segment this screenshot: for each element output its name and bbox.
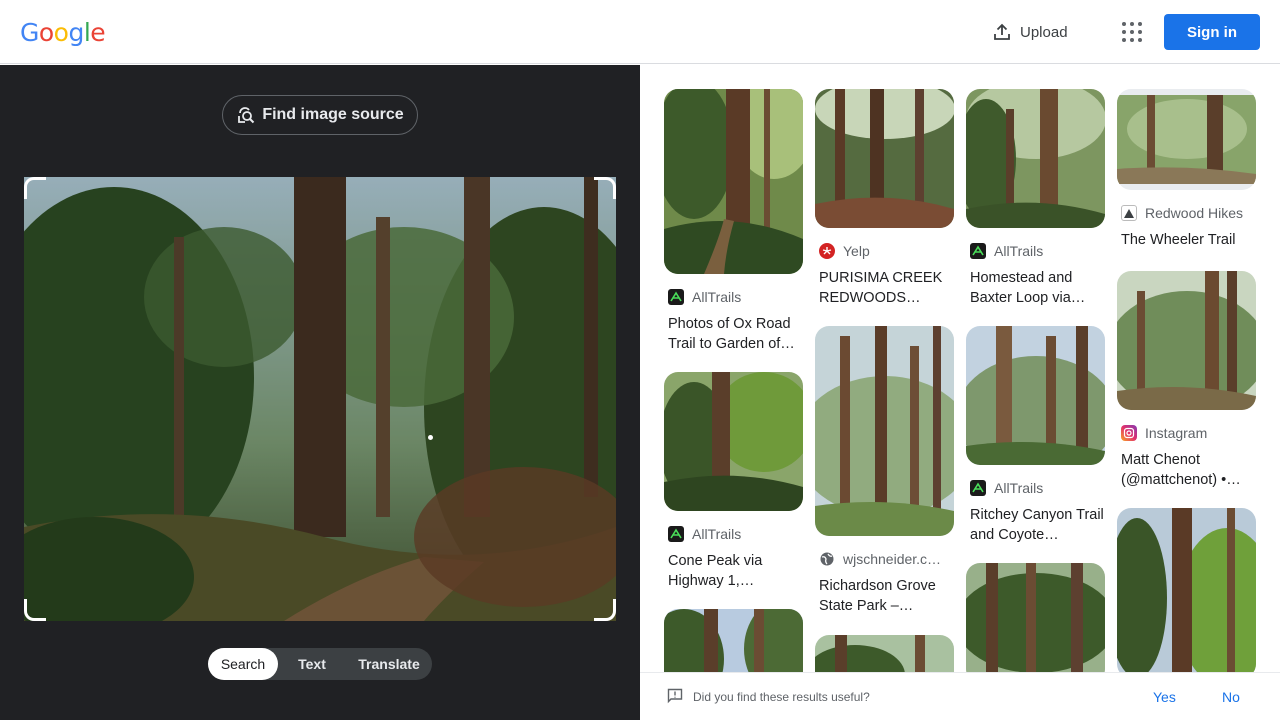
- crop-handle-bottom-right[interactable]: [594, 599, 616, 621]
- result-thumbnail[interactable]: [815, 635, 954, 672]
- result-title[interactable]: The Wheeler Trail: [1117, 230, 1256, 250]
- result-thumbnail[interactable]: [664, 89, 803, 274]
- alltrails-icon: [668, 526, 684, 542]
- find-image-source-button[interactable]: Find image source: [222, 95, 418, 135]
- result-card[interactable]: AllTrails Photos of Ox Road Trail to Gar…: [664, 89, 803, 354]
- result-source: AllTrails: [966, 242, 1105, 260]
- result-thumbnail[interactable]: [664, 372, 803, 511]
- redwood-hikes-icon: [1121, 205, 1137, 221]
- result-title[interactable]: PURISIMA CREEK REDWOODS…: [815, 268, 954, 308]
- alltrails-icon: [668, 289, 684, 305]
- result-source-label: Instagram: [1145, 425, 1208, 441]
- result-card[interactable]: AllTrails Homestead and Baxter Loop via…: [966, 89, 1105, 308]
- alltrails-icon: [970, 480, 986, 496]
- result-source-label: AllTrails: [692, 289, 742, 305]
- result-card[interactable]: Instagram Matt Chenot (@mattchenot) •…: [1117, 271, 1256, 490]
- result-card[interactable]: [966, 563, 1105, 672]
- lens-mode-tabs: Search Text Translate: [208, 648, 432, 680]
- feedback-yes-button[interactable]: Yes: [1153, 689, 1176, 705]
- result-title[interactable]: Matt Chenot (@mattchenot) •…: [1117, 450, 1256, 490]
- result-source-label: Yelp: [843, 243, 870, 259]
- result-thumbnail[interactable]: [815, 326, 954, 536]
- tab-text[interactable]: Text: [278, 648, 346, 680]
- upload-label: Upload: [1020, 23, 1068, 41]
- result-thumbnail[interactable]: [966, 563, 1105, 672]
- result-card[interactable]: [1117, 508, 1256, 672]
- result-title[interactable]: Cone Peak via Highway 1,…: [664, 551, 803, 591]
- apps-grid-icon[interactable]: [1120, 20, 1144, 44]
- result-card[interactable]: wjschneider.c… Richardson Grove State Pa…: [815, 326, 954, 616]
- instagram-icon: [1121, 425, 1137, 441]
- result-source-label: Redwood Hikes: [1145, 205, 1244, 221]
- globe-icon: [819, 551, 835, 567]
- crop-handle-top-left[interactable]: [24, 177, 46, 199]
- result-card[interactable]: Yelp PURISIMA CREEK REDWOODS…: [815, 89, 954, 308]
- feedback-no-button[interactable]: No: [1222, 689, 1240, 705]
- crop-handle-bottom-left[interactable]: [24, 599, 46, 621]
- result-thumbnail[interactable]: [815, 89, 954, 228]
- result-card[interactable]: AllTrails Ritchey Canyon Trail and Coyot…: [966, 326, 1105, 545]
- tab-translate[interactable]: Translate: [346, 648, 432, 680]
- find-image-source-label: Find image source: [262, 106, 404, 123]
- result-thumbnail[interactable]: [966, 326, 1105, 465]
- result-source: Redwood Hikes: [1117, 204, 1256, 222]
- result-source: AllTrails: [966, 479, 1105, 497]
- result-card[interactable]: Redwood Hikes The Wheeler Trail: [1117, 89, 1256, 250]
- result-thumbnail[interactable]: [966, 89, 1105, 228]
- result-card[interactable]: AllTrails Cone Peak via Highway 1,…: [664, 372, 803, 591]
- result-source-label: AllTrails: [994, 480, 1044, 496]
- result-thumbnail[interactable]: [1117, 89, 1256, 190]
- query-photo: [24, 177, 616, 621]
- upload-button[interactable]: Upload: [992, 20, 1068, 44]
- yelp-icon: [819, 243, 835, 259]
- upload-icon: [994, 23, 1010, 40]
- result-thumbnail[interactable]: [1117, 271, 1256, 410]
- result-source: AllTrails: [664, 525, 803, 543]
- sign-in-button[interactable]: Sign in: [1164, 14, 1260, 50]
- result-card[interactable]: [815, 635, 954, 672]
- result-thumbnail[interactable]: [1117, 508, 1256, 672]
- lens-search-icon: [238, 107, 255, 124]
- result-source: Yelp: [815, 242, 954, 260]
- result-card[interactable]: [664, 609, 803, 672]
- result-source-label: wjschneider.c…: [843, 551, 942, 567]
- top-bar: Google Upload Sign in: [0, 0, 1280, 64]
- crop-handle-top-right[interactable]: [594, 177, 616, 199]
- google-logo[interactable]: Google: [20, 18, 106, 47]
- result-source-label: AllTrails: [692, 526, 742, 542]
- tab-search[interactable]: Search: [208, 648, 278, 680]
- visual-matches-grid: AllTrails Photos of Ox Road Trail to Gar…: [640, 65, 1280, 672]
- result-title[interactable]: Photos of Ox Road Trail to Garden of…: [664, 314, 803, 354]
- result-thumbnail[interactable]: [664, 609, 803, 672]
- result-source: AllTrails: [664, 288, 803, 306]
- feedback-icon: [667, 688, 683, 704]
- result-source: Instagram: [1117, 424, 1256, 442]
- result-title[interactable]: Richardson Grove State Park –…: [815, 576, 954, 616]
- object-point-marker[interactable]: [428, 435, 433, 440]
- result-source-label: AllTrails: [994, 243, 1044, 259]
- result-title[interactable]: Ritchey Canyon Trail and Coyote…: [966, 505, 1105, 545]
- query-image-panel: Find image source Search Text Translate: [0, 65, 640, 720]
- alltrails-icon: [970, 243, 986, 259]
- feedback-bar: Did you find these results useful? Yes N…: [640, 672, 1280, 720]
- feedback-question: Did you find these results useful?: [693, 690, 870, 704]
- result-title[interactable]: Homestead and Baxter Loop via…: [966, 268, 1105, 308]
- result-source: wjschneider.c…: [815, 550, 954, 568]
